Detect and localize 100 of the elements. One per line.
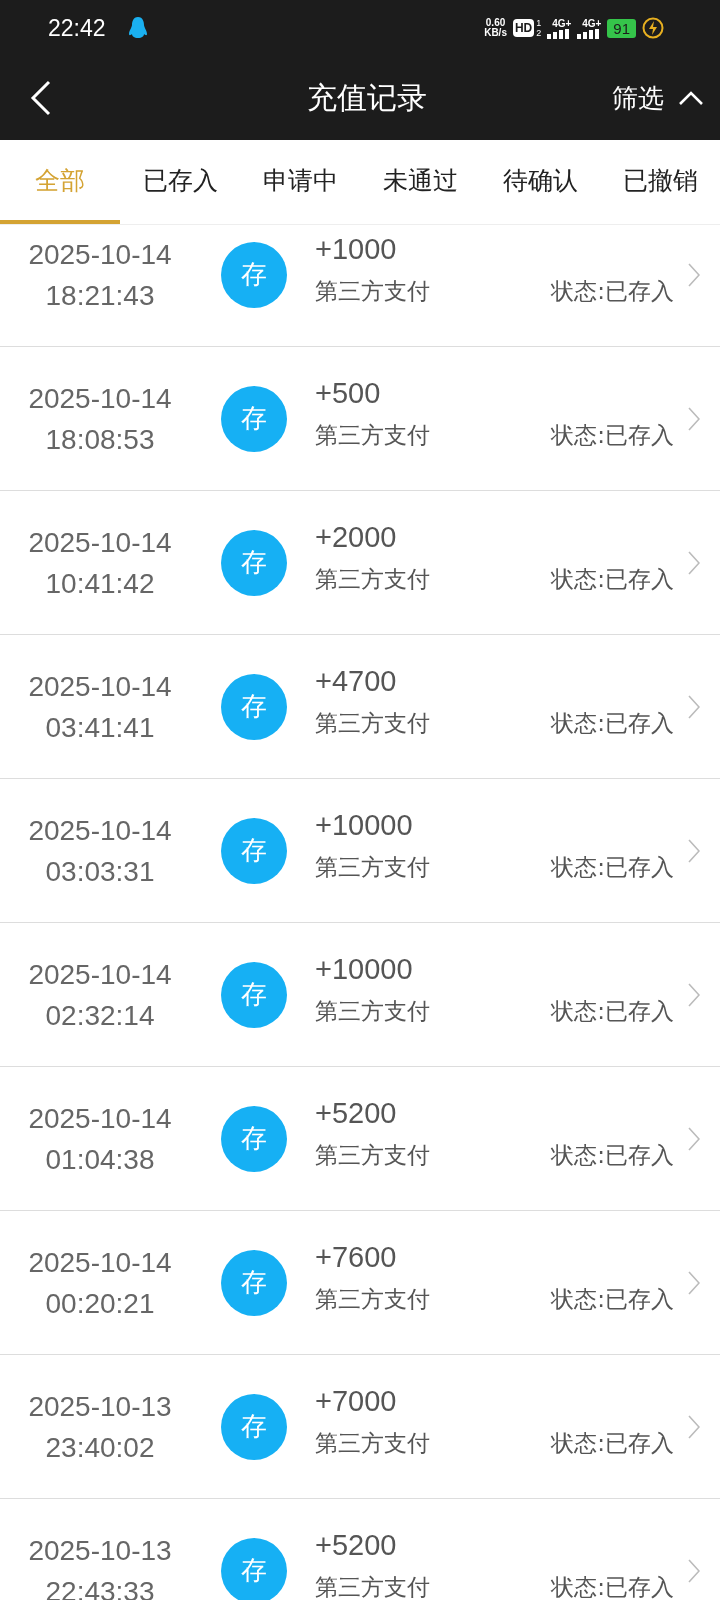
- record-amount: +4700: [315, 664, 397, 698]
- record-time: 01:04:38: [45, 1142, 155, 1177]
- deposit-badge: 存: [221, 1249, 287, 1316]
- tab[interactable]: 已撤销: [600, 140, 720, 224]
- record-status: 状态:已存入: [551, 708, 674, 738]
- record-status: 状态:已存入: [551, 1284, 674, 1314]
- chevron-right-icon: [688, 982, 700, 1007]
- payment-method: 第三方支付: [315, 1572, 430, 1600]
- record-amount: +1000: [315, 232, 397, 266]
- record-status: 状态:已存入: [551, 996, 674, 1026]
- record-status: 状态:已存入: [551, 276, 674, 306]
- record-amount: +7600: [315, 1240, 397, 1274]
- record-time: 00:20:21: [45, 1286, 155, 1321]
- record-date: 2025-10-14: [28, 525, 172, 560]
- record-row[interactable]: 2025-10-13 23:40:02 存 +7000 第三方支付 状态:已存入: [0, 1355, 720, 1499]
- record-time: 22:43:33: [45, 1574, 155, 1600]
- record-date: 2025-10-14: [28, 1245, 172, 1280]
- payment-method: 第三方支付: [315, 1428, 430, 1458]
- record-date: 2025-10-14: [28, 669, 172, 704]
- deposit-badge: 存: [221, 673, 287, 740]
- record-row[interactable]: 2025-10-13 22:43:33 存 +5200 第三方支付 状态:已存入: [0, 1499, 720, 1600]
- deposit-badge: 存: [221, 385, 287, 452]
- clock: 22:42: [48, 14, 106, 42]
- payment-method: 第三方支付: [315, 276, 430, 306]
- record-date: 2025-10-14: [28, 381, 172, 416]
- payment-method: 第三方支付: [315, 852, 430, 882]
- payment-method: 第三方支付: [315, 1140, 430, 1170]
- record-row[interactable]: 2025-10-14 18:21:43 存 +1000 第三方支付 状态:已存入: [0, 225, 720, 347]
- deposit-badge: 存: [221, 1537, 287, 1600]
- page-title: 充值记录: [307, 78, 427, 117]
- chevron-right-icon: [688, 1270, 700, 1295]
- record-status: 状态:已存入: [551, 1140, 674, 1170]
- record-row[interactable]: 2025-10-14 01:04:38 存 +5200 第三方支付 状态:已存入: [0, 1067, 720, 1211]
- payment-method: 第三方支付: [315, 420, 430, 450]
- record-status: 状态:已存入: [551, 420, 674, 450]
- network-label: 4G+: [552, 17, 572, 29]
- record-amount: +7000: [315, 1384, 397, 1418]
- signal-icon: [577, 28, 602, 39]
- deposit-badge: 存: [221, 529, 287, 596]
- deposit-badge: 存: [221, 817, 287, 884]
- record-status: 状态:已存入: [551, 1572, 674, 1600]
- record-status: 状态:已存入: [551, 1428, 674, 1458]
- record-time: 02:32:14: [45, 998, 155, 1033]
- tab[interactable]: 申请中: [240, 140, 360, 224]
- record-amount: +5200: [315, 1528, 397, 1562]
- record-row[interactable]: 2025-10-14 02:32:14 存 +10000 第三方支付 状态:已存入: [0, 923, 720, 1067]
- record-amount: +10000: [315, 952, 413, 986]
- deposit-badge: 存: [221, 1393, 287, 1460]
- penguin-icon: [127, 16, 148, 40]
- chevron-right-icon: [688, 406, 700, 431]
- battery-indicator: 91: [607, 18, 636, 38]
- record-time: 23:40:02: [45, 1430, 155, 1465]
- filter-button[interactable]: 筛选: [612, 76, 704, 120]
- record-amount: +500: [315, 376, 381, 410]
- record-amount: +10000: [315, 808, 413, 842]
- chevron-right-icon: [688, 550, 700, 575]
- deposit-badge: 存: [221, 241, 287, 308]
- record-time: 10:41:42: [45, 566, 155, 601]
- record-row[interactable]: 2025-10-14 00:20:21 存 +7600 第三方支付 状态:已存入: [0, 1211, 720, 1355]
- record-amount: +2000: [315, 520, 397, 554]
- record-date: 2025-10-14: [28, 237, 172, 272]
- chevron-right-icon: [688, 262, 700, 287]
- record-amount: +5200: [315, 1096, 397, 1130]
- record-row[interactable]: 2025-10-14 03:41:41 存 +4700 第三方支付 状态:已存入: [0, 635, 720, 779]
- back-icon[interactable]: [30, 80, 52, 116]
- record-row[interactable]: 2025-10-14 18:08:53 存 +500 第三方支付 状态:已存入: [0, 347, 720, 491]
- chevron-right-icon: [688, 1414, 700, 1439]
- sim-number: 2: [536, 28, 542, 38]
- record-date: 2025-10-13: [28, 1533, 172, 1568]
- payment-method: 第三方支付: [315, 996, 430, 1026]
- speed-value: 0.60: [485, 18, 506, 28]
- speed-unit: KB/s: [484, 28, 507, 38]
- payment-method: 第三方支付: [315, 564, 430, 594]
- tab[interactable]: 待确认: [480, 140, 600, 224]
- record-date: 2025-10-14: [28, 957, 172, 992]
- record-row[interactable]: 2025-10-14 03:03:31 存 +10000 第三方支付 状态:已存入: [0, 779, 720, 923]
- payment-method: 第三方支付: [315, 708, 430, 738]
- tab[interactable]: 未通过: [360, 140, 480, 224]
- record-row[interactable]: 2025-10-14 10:41:42 存 +2000 第三方支付 状态:已存入: [0, 491, 720, 635]
- record-date: 2025-10-14: [28, 813, 172, 848]
- chevron-right-icon: [688, 838, 700, 863]
- record-date: 2025-10-13: [28, 1389, 172, 1424]
- chevron-right-icon: [688, 694, 700, 719]
- signal-icon: [547, 28, 572, 39]
- chevron-right-icon: [688, 1558, 700, 1583]
- sim-number: 1: [536, 18, 542, 28]
- network-label: 4G+: [582, 17, 602, 29]
- record-time: 18:21:43: [45, 278, 155, 313]
- record-status: 状态:已存入: [551, 564, 674, 594]
- deposit-badge: 存: [221, 1105, 287, 1172]
- deposit-badge: 存: [221, 961, 287, 1028]
- tab[interactable]: 已存入: [120, 140, 240, 224]
- record-status: 状态:已存入: [551, 852, 674, 882]
- record-time: 18:08:53: [45, 422, 155, 457]
- chevron-right-icon: [688, 1126, 700, 1151]
- payment-method: 第三方支付: [315, 1284, 430, 1314]
- hd-badge: HD: [512, 19, 535, 37]
- record-time: 03:41:41: [45, 710, 155, 745]
- record-time: 03:03:31: [45, 854, 155, 889]
- record-date: 2025-10-14: [28, 1101, 172, 1136]
